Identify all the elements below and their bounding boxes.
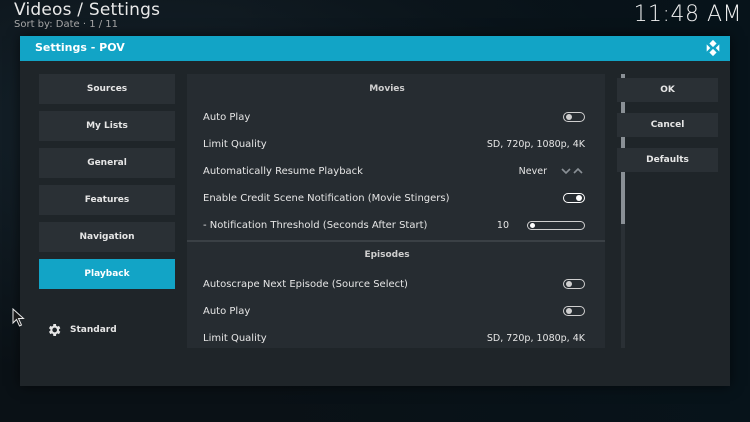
setting-label: Automatically Resume Playback	[203, 165, 363, 177]
setting-movies-auto-resume[interactable]: Automatically Resume Playback Never	[203, 162, 585, 180]
toggle-switch[interactable]	[563, 193, 585, 203]
ok-button[interactable]: OK	[617, 78, 718, 102]
category-features[interactable]: Features	[39, 185, 175, 215]
setting-label: Auto Play	[203, 305, 251, 317]
category-list: Sources My Lists General Features Naviga…	[39, 74, 175, 296]
category-my-lists[interactable]: My Lists	[39, 111, 175, 141]
clock: 11:48 AM	[633, 2, 742, 27]
setting-movies-notification-threshold[interactable]: - Notification Threshold (Seconds After …	[203, 216, 585, 234]
setting-label: Auto Play	[203, 111, 251, 123]
setting-movies-limit-quality[interactable]: Limit Quality SD, 720p, 1080p, 4K	[203, 135, 585, 153]
settings-level-button[interactable]: Standard	[46, 322, 117, 338]
toggle-switch[interactable]	[563, 306, 585, 316]
group-title-episodes: Episodes	[364, 250, 410, 260]
action-buttons: OK Cancel Defaults	[617, 78, 718, 183]
setting-value: 10	[496, 219, 509, 231]
category-general[interactable]: General	[39, 148, 175, 178]
setting-value: SD, 720p, 1080p, 4K	[486, 138, 585, 150]
settings-panel: Movies Auto Play Limit Quality SD, 720p,…	[187, 74, 605, 348]
kodi-logo-icon	[706, 39, 720, 57]
chevron-up-down-icon[interactable]	[561, 166, 585, 176]
setting-label: Limit Quality	[203, 332, 267, 344]
mouse-pointer-icon	[12, 308, 25, 327]
setting-value: SD, 720p, 1080p, 4K	[486, 332, 585, 344]
slider-control[interactable]	[527, 220, 585, 230]
setting-label: Enable Credit Scene Notification (Movie …	[203, 192, 450, 204]
dialog-header: Settings - POV	[20, 36, 730, 61]
cancel-button[interactable]: Cancel	[617, 113, 718, 137]
category-navigation[interactable]: Navigation	[39, 222, 175, 252]
dialog-title: Settings - POV	[35, 41, 125, 54]
setting-episodes-limit-quality[interactable]: Limit Quality SD, 720p, 1080p, 4K	[203, 329, 585, 347]
setting-movies-auto-play[interactable]: Auto Play	[203, 108, 585, 126]
category-sources[interactable]: Sources	[39, 74, 175, 104]
sort-info: Sort by: Date · 1 / 11	[14, 19, 119, 30]
setting-movies-credit-scene[interactable]: Enable Credit Scene Notification (Movie …	[203, 189, 585, 207]
setting-episodes-autoscrape[interactable]: Autoscrape Next Episode (Source Select)	[203, 275, 585, 293]
settings-level-label: Standard	[70, 325, 117, 335]
toggle-switch[interactable]	[563, 279, 585, 289]
settings-dialog: Settings - POV Sources My Lists General …	[20, 36, 730, 386]
setting-value: Never	[518, 165, 547, 177]
setting-label: Autoscrape Next Episode (Source Select)	[203, 278, 408, 290]
spinner-control[interactable]: Never	[519, 166, 585, 177]
defaults-button[interactable]: Defaults	[617, 148, 718, 172]
setting-label: Limit Quality	[203, 138, 267, 150]
window-title: Videos / Settings	[14, 0, 161, 20]
gear-icon	[49, 324, 61, 336]
category-playback[interactable]: Playback	[39, 259, 175, 289]
toggle-switch[interactable]	[563, 112, 585, 122]
setting-episodes-auto-play[interactable]: Auto Play	[203, 302, 585, 320]
group-divider	[187, 240, 605, 242]
window-header: Videos / Settings Sort by: Date · 1 / 11	[14, 1, 160, 30]
setting-label: - Notification Threshold (Seconds After …	[203, 219, 428, 231]
group-title-movies: Movies	[369, 84, 405, 94]
